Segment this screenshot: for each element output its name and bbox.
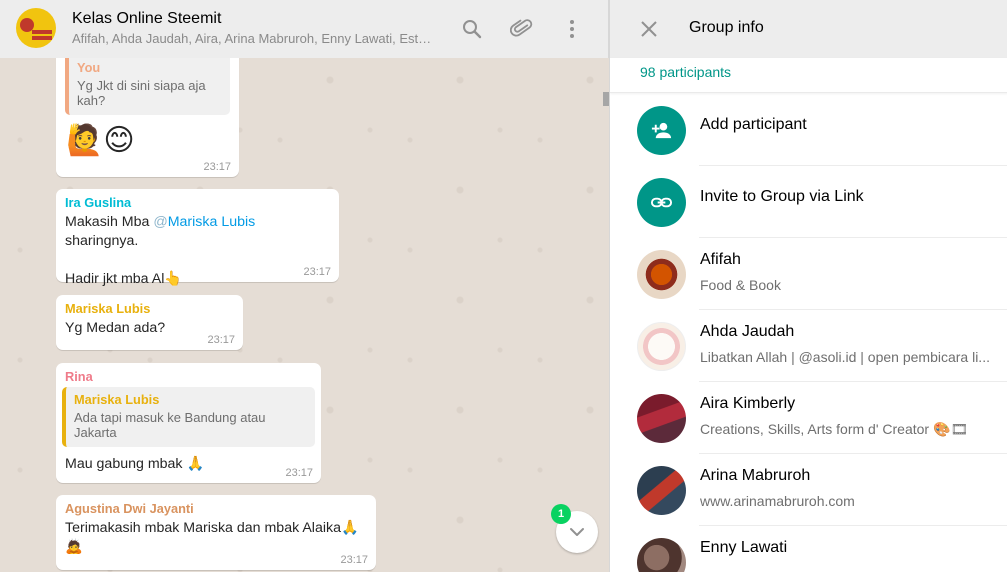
- chat-pane: Kelas Online Steemit Afifah, Ahda Jaudah…: [0, 0, 609, 572]
- link-icon: [637, 178, 686, 227]
- quote-text: Ada tapi masuk ke Bandung atau Jakarta: [74, 410, 266, 440]
- invite-link-button[interactable]: Invite to Group via Link: [610, 166, 1007, 238]
- row-body: Afifah Food & Book: [699, 238, 1007, 310]
- quoted-message[interactable]: Mariska Lubis Ada tapi masuk ke Bandung …: [62, 387, 315, 447]
- action-label: Invite to Group via Link: [700, 188, 864, 205]
- quote-sender: You: [77, 60, 101, 75]
- message-text: 🙋😊: [66, 123, 135, 158]
- message-sender: Ira Guslina: [65, 195, 132, 210]
- participant-name: Afifah: [700, 251, 741, 268]
- search-icon[interactable]: [460, 17, 484, 41]
- row-body: Enny Lawati: [699, 526, 1007, 572]
- message-text: 🙇: [65, 539, 83, 555]
- participant-name: Ahda Jaudah: [700, 323, 795, 340]
- quoted-message[interactable]: You Yg Jkt di sini siapa aja kah?: [65, 48, 230, 115]
- row-body: Invite to Group via Link: [699, 166, 1007, 238]
- message-time: 23:17: [203, 161, 231, 173]
- participant-name: Arina Mabruroh: [700, 467, 811, 484]
- chevron-down-icon: [570, 528, 584, 536]
- quote-text: Yg Jkt di sini siapa aja kah?: [77, 78, 206, 108]
- message-time: 23:17: [285, 467, 313, 479]
- action-label: Add participant: [700, 116, 807, 133]
- message-time: 23:17: [303, 266, 331, 278]
- participant-row[interactable]: Afifah Food & Book: [610, 238, 1007, 310]
- avatar: [637, 250, 686, 299]
- row-body: Ahda Jaudah Libatkan Allah | @asoli.id |…: [699, 310, 1007, 382]
- participant-name: Enny Lawati: [700, 539, 788, 556]
- participant-status: www.arinamabruroh.com: [700, 493, 855, 509]
- participant-count: 98 participants: [640, 64, 732, 80]
- scrollbar-thumb[interactable]: [603, 92, 609, 106]
- message-time: 23:17: [207, 334, 235, 346]
- message-text: Mau gabung mbak 🙏: [65, 456, 205, 472]
- info-header: Group info: [610, 0, 1007, 58]
- row-body: Arina Mabruroh www.arinamabruroh.com: [699, 454, 1007, 526]
- participant-status: Creations, Skills, Arts form d' Creator …: [700, 421, 969, 437]
- info-title: Group info: [689, 19, 764, 36]
- participant-row[interactable]: Arina Mabruroh www.arinamabruroh.com: [610, 454, 1007, 526]
- message-time: 23:17: [340, 554, 368, 566]
- participant-name: Aira Kimberly: [700, 395, 796, 412]
- message-bubble[interactable]: Rina Mariska Lubis Ada tapi masuk ke Ban…: [56, 363, 321, 483]
- quote-sender: Mariska Lubis: [74, 392, 160, 407]
- unread-badge: 1: [551, 504, 571, 524]
- participant-status: Libatkan Allah | @asoli.id | open pembic…: [700, 349, 990, 365]
- add-participant-button[interactable]: Add participant: [610, 94, 1007, 166]
- participant-row[interactable]: Enny Lawati: [610, 526, 1007, 572]
- mention-link[interactable]: Mariska Lubis: [168, 214, 256, 230]
- message-bubble[interactable]: You Yg Jkt di sini siapa aja kah? 🙋😊 23:…: [56, 48, 239, 177]
- avatar: [637, 538, 686, 572]
- participant-row[interactable]: Aira Kimberly Creations, Skills, Arts fo…: [610, 382, 1007, 454]
- row-body: Add participant: [699, 94, 1007, 166]
- message-bubble[interactable]: Ira Guslina Makasih Mba @Mariska Lubis s…: [56, 189, 339, 287]
- message-bubble[interactable]: Agustina Dwi Jayanti Terimakasih mbak Ma…: [56, 495, 376, 570]
- message-bubble[interactable]: Mariska Lubis Yg Medan ada? 23:17: [56, 295, 243, 350]
- avatar: [637, 322, 686, 371]
- group-info-pane: Group info 98 participants Add participa…: [609, 0, 1007, 572]
- message-text: Hadir jkt mba Al👆: [65, 271, 183, 287]
- add-person-icon: [637, 106, 686, 155]
- menu-icon[interactable]: [560, 17, 584, 41]
- message-sender: Mariska Lubis: [65, 301, 151, 316]
- message-sender: Rina: [65, 369, 93, 384]
- avatar: [637, 394, 686, 443]
- avatar: [637, 466, 686, 515]
- attach-icon[interactable]: [509, 17, 534, 41]
- message-text: Makasih Mba @Mariska Lubis sharingnya.: [65, 214, 256, 249]
- chat-header[interactable]: Kelas Online Steemit Afifah, Ahda Jaudah…: [0, 0, 609, 58]
- participants-header: 98 participants: [610, 58, 1007, 93]
- message-text: Terimakasih mbak Mariska dan mbak Alaika…: [65, 520, 359, 536]
- row-body: Aira Kimberly Creations, Skills, Arts fo…: [699, 382, 1007, 454]
- participant-status: Food & Book: [700, 277, 781, 293]
- chat-members-list[interactable]: Afifah, Ahda Jaudah, Aira, Arina Mabruro…: [72, 31, 434, 46]
- chat-title[interactable]: Kelas Online Steemit: [72, 10, 221, 28]
- participant-row[interactable]: Ahda Jaudah Libatkan Allah | @asoli.id |…: [610, 310, 1007, 382]
- group-avatar[interactable]: [16, 8, 56, 48]
- close-icon[interactable]: [637, 17, 661, 41]
- message-sender: Agustina Dwi Jayanti: [65, 501, 194, 516]
